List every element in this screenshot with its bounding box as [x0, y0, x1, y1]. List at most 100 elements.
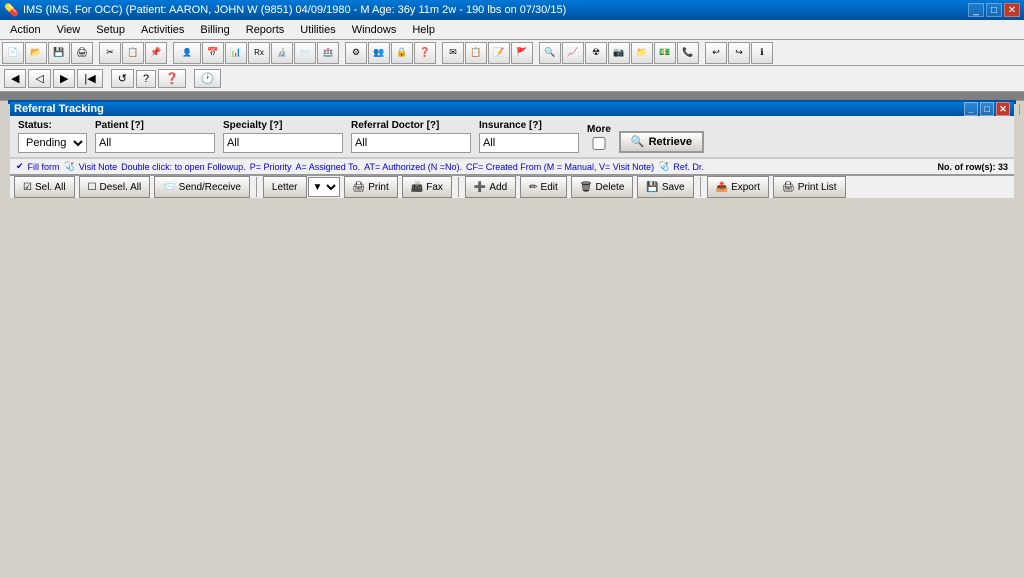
specialty-filter-input[interactable] — [223, 133, 343, 153]
insurance-filter-input[interactable] — [479, 133, 579, 153]
more-filter-checkbox[interactable] — [587, 137, 611, 150]
toolbar-billing-tb[interactable]: 💵 — [654, 42, 676, 64]
toolbar-scan[interactable]: 📷 — [608, 42, 630, 64]
letter-label: Letter — [272, 182, 298, 193]
minimize-button[interactable]: _ — [968, 3, 984, 17]
insurance-filter-group: Insurance [?] — [479, 120, 579, 153]
toolbar-xray[interactable]: ☢ — [585, 42, 607, 64]
toolbar-labs[interactable]: 🔬 — [271, 42, 293, 64]
send-receive-button[interactable]: 📨 Send/Receive — [154, 176, 250, 198]
sel-all-button[interactable]: ☑ Sel. All — [14, 176, 75, 198]
edit-button[interactable]: ✏ Edit — [520, 176, 567, 198]
toolbar-search[interactable]: 🔍 — [539, 42, 561, 64]
menu-action[interactable]: Action — [2, 22, 49, 38]
fax-icon: 📠 — [411, 182, 423, 193]
maximize-button[interactable]: □ — [986, 3, 1002, 17]
toolbar-redo[interactable]: ↪ — [728, 42, 750, 64]
print-icon: 🖨 — [353, 182, 366, 193]
toolbar-rx[interactable]: Rx — [248, 42, 270, 64]
status-filter-label: Status: — [18, 120, 87, 131]
nav-home[interactable]: ? — [136, 70, 156, 88]
nav-forward2[interactable]: |◀ — [77, 69, 102, 88]
toolbar-separator-1 — [256, 177, 257, 197]
app-icon: 💊 — [4, 3, 19, 17]
status-filter-group: Status: Pending All — [18, 120, 87, 153]
print-list-label: Print List — [798, 182, 837, 193]
visit-note-link[interactable]: Visit Note — [79, 162, 117, 172]
letter-group: Letter ▼ — [263, 176, 340, 198]
title-bar-controls: _ □ ✕ — [968, 3, 1020, 17]
sel-all-label: Sel. All — [35, 182, 66, 193]
toolbar-new[interactable]: 📄 — [2, 42, 24, 64]
toolbar-settings[interactable]: ⚙ — [345, 42, 367, 64]
menu-setup[interactable]: Setup — [88, 22, 133, 38]
toolbar-tasks[interactable]: 📋 — [465, 42, 487, 64]
nav-help2[interactable]: ❓ — [158, 69, 186, 88]
toolbar-phone[interactable]: 📞 — [677, 42, 699, 64]
fill-form-link[interactable]: Fill form — [28, 162, 60, 172]
specialty-filter-label: Specialty [?] — [223, 120, 343, 131]
toolbar-users[interactable]: 👥 — [368, 42, 390, 64]
toolbar-flag[interactable]: 🚩 — [511, 42, 533, 64]
patient-filter-input[interactable] — [95, 133, 215, 153]
fax-label: Fax — [426, 182, 443, 193]
print-list-button[interactable]: 🖨 Print List — [773, 176, 846, 198]
ref-close-button[interactable]: ✕ — [996, 102, 1010, 116]
menu-reports[interactable]: Reports — [238, 22, 293, 38]
menu-utilities[interactable]: Utilities — [292, 22, 343, 38]
toolbar-docs[interactable]: 📁 — [631, 42, 653, 64]
letter-select[interactable]: ▼ — [308, 177, 340, 197]
desel-all-button[interactable]: ☐ Desel. All — [79, 176, 151, 198]
retrieve-button[interactable]: 🔍 Retrieve — [619, 131, 704, 153]
toolbar-info[interactable]: ℹ — [751, 42, 773, 64]
ref-maximize-button[interactable]: □ — [980, 102, 994, 116]
export-button[interactable]: 📤 Export — [707, 176, 769, 198]
toolbar-referral[interactable]: 📨 — [294, 42, 316, 64]
toolbar-lock[interactable]: 🔒 — [391, 42, 413, 64]
referral-doctor-filter-input[interactable] — [351, 133, 471, 153]
export-label: Export — [731, 182, 760, 193]
toolbar-save-tb[interactable]: 💾 — [48, 42, 70, 64]
print-button[interactable]: 🖨 Print — [344, 176, 398, 198]
menu-view[interactable]: View — [49, 22, 89, 38]
menu-bar: Action View Setup Activities Billing Rep… — [0, 20, 1024, 40]
save-button[interactable]: 💾 Save — [637, 176, 693, 198]
toolbar-chart[interactable]: 📊 — [225, 42, 247, 64]
sel-all-icon: ☑ — [23, 182, 32, 193]
toolbar-print-tb[interactable]: 🖨 — [71, 42, 93, 64]
nav-back[interactable]: ◀ — [4, 69, 26, 88]
ref-minimize-button[interactable]: _ — [964, 102, 978, 116]
toolbar-copy[interactable]: 📋 — [122, 42, 144, 64]
save-icon: 💾 — [646, 182, 658, 193]
menu-billing[interactable]: Billing — [192, 22, 237, 38]
toolbar-calendar[interactable]: 📅 — [202, 42, 224, 64]
menu-help[interactable]: Help — [404, 22, 443, 38]
toolbar-cut[interactable]: ✂ — [99, 42, 121, 64]
nav-back2[interactable]: ◁ — [28, 69, 50, 88]
specialty-filter-group: Specialty [?] — [223, 120, 343, 153]
ref-window-title-text: Referral Tracking — [14, 103, 104, 115]
toolbar-insurance[interactable]: 🏥 — [317, 42, 339, 64]
bottom-toolbar: ☑ Sel. All ☐ Desel. All 📨 Send/Receive L… — [10, 174, 1014, 198]
add-button[interactable]: ➕ Add — [465, 176, 516, 198]
toolbar-undo[interactable]: ↩ — [705, 42, 727, 64]
nav-clock[interactable]: 🕐 — [194, 69, 222, 88]
fax-button[interactable]: 📠 Fax — [402, 176, 452, 198]
menu-windows[interactable]: Windows — [344, 22, 405, 38]
close-button[interactable]: ✕ — [1004, 3, 1020, 17]
menu-activities[interactable]: Activities — [133, 22, 192, 38]
toolbar-patient[interactable]: 👤 — [173, 42, 201, 64]
ref-window-title-bar: Referral Tracking _ □ ✕ — [10, 102, 1014, 116]
status-filter-select[interactable]: Pending All — [18, 133, 87, 153]
delete-label: Delete — [595, 182, 624, 193]
nav-refresh[interactable]: ↺ — [111, 69, 134, 88]
toolbar-help-btn[interactable]: ❓ — [414, 42, 436, 64]
toolbar-paste[interactable]: 📌 — [145, 42, 167, 64]
toolbar-messages[interactable]: ✉ — [442, 42, 464, 64]
toolbar-report[interactable]: 📈 — [562, 42, 584, 64]
delete-button[interactable]: 🗑 Delete — [571, 176, 634, 198]
toolbar-notes[interactable]: 📝 — [488, 42, 510, 64]
nav-forward[interactable]: ▶ — [53, 69, 75, 88]
letter-button[interactable]: Letter — [263, 176, 307, 198]
toolbar-open[interactable]: 📂 — [25, 42, 47, 64]
